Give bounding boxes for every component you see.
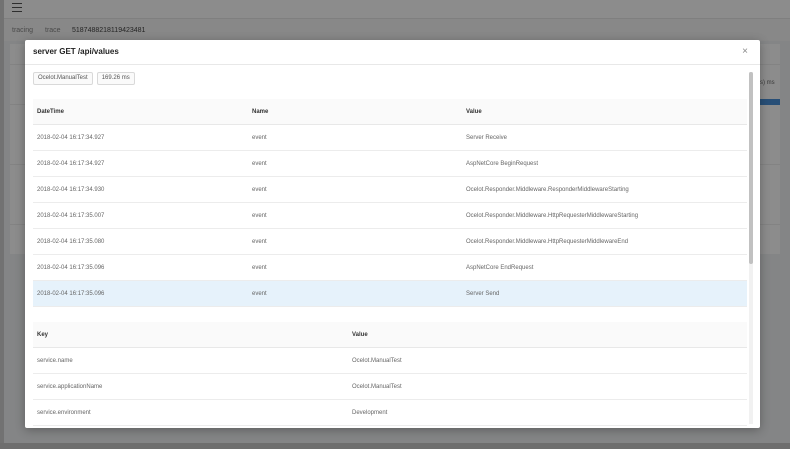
table-row[interactable]: 2018-02-04 16:17:34.927 event AspNetCore… (33, 151, 747, 177)
table-header: Key Value (33, 322, 747, 348)
cell-value: Ocelot.ManualTest (352, 358, 402, 364)
cell-datetime: 2018-02-04 16:17:34.927 (37, 135, 105, 141)
table-row[interactable]: service.environment Development (33, 400, 747, 426)
cell-key: service.name (37, 358, 73, 364)
service-tag: Ocelot.ManualTest (33, 72, 93, 85)
column-header-name: Name (252, 109, 269, 115)
cell-datetime: 2018-02-04 16:17:34.930 (37, 187, 105, 193)
table-row[interactable]: 2018-02-04 16:17:35.080 event Ocelot.Res… (33, 229, 747, 255)
cell-name: event (252, 187, 267, 193)
column-header-key: Key (37, 332, 49, 338)
cell-value: Ocelot.Responder.Middleware.ResponderMid… (466, 187, 629, 193)
cell-value: Development (352, 410, 388, 416)
duration-tag: 169.26 ms (96, 72, 135, 85)
table-row[interactable]: 2018-02-04 16:17:34.930 event Ocelot.Res… (33, 177, 747, 203)
cell-name: event (252, 291, 267, 297)
cell-value: Ocelot.Responder.Middleware.HttpRequeste… (466, 213, 639, 219)
cell-name: event (252, 213, 267, 219)
cell-value: AspNetCore EndRequest (466, 265, 534, 271)
close-button[interactable]: × (738, 45, 752, 59)
cell-key: service.environment (37, 410, 91, 416)
modal-title: server GET /api/values (33, 47, 119, 56)
span-tags: Ocelot.ManualTest 169.26 ms (33, 72, 139, 85)
cell-value: Server Send (466, 291, 500, 297)
column-header-datetime: DateTime (37, 109, 64, 115)
cell-value: Ocelot.ManualTest (352, 384, 402, 390)
table-row[interactable]: 2018-02-04 16:17:35.096 event AspNetCore… (33, 255, 747, 281)
logs-table: DateTime Name Value 2018-02-04 16:17:34.… (33, 99, 747, 307)
cell-datetime: 2018-02-04 16:17:34.927 (37, 161, 105, 167)
column-header-value: Value (466, 109, 482, 115)
span-tags-table: Key Value service.name Ocelot.ManualTest… (33, 322, 747, 426)
cell-name: event (252, 161, 267, 167)
table-row[interactable]: 2018-02-04 16:17:34.927 event Server Rec… (33, 125, 747, 151)
column-header-value: Value (352, 332, 368, 338)
cell-datetime: 2018-02-04 16:17:35.080 (37, 239, 105, 245)
cell-datetime: 2018-02-04 16:17:35.007 (37, 213, 105, 219)
scrollbar-thumb[interactable] (749, 72, 753, 264)
cell-datetime: 2018-02-04 16:17:35.096 (37, 265, 105, 271)
modal-header: server GET /api/values × (25, 40, 760, 65)
cell-name: event (252, 135, 267, 141)
table-row-selected[interactable]: 2018-02-04 16:17:35.096 event Server Sen… (33, 281, 747, 307)
cell-name: event (252, 239, 267, 245)
table-header: DateTime Name Value (33, 99, 747, 125)
table-row[interactable]: service.name Ocelot.ManualTest (33, 348, 747, 374)
cell-datetime: 2018-02-04 16:17:35.096 (37, 291, 105, 297)
cell-value: Server Receive (466, 135, 508, 141)
table-row[interactable]: service.applicationName Ocelot.ManualTes… (33, 374, 747, 400)
span-detail-modal: server GET /api/values × Ocelot.ManualTe… (25, 40, 760, 428)
modal-body: Ocelot.ManualTest 169.26 ms DateTime Name… (25, 66, 760, 428)
cell-key: service.applicationName (37, 384, 103, 390)
cell-value: AspNetCore BeginRequest (466, 161, 539, 167)
cell-value: Ocelot.Responder.Middleware.HttpRequeste… (466, 239, 629, 245)
table-row[interactable]: 2018-02-04 16:17:35.007 event Ocelot.Res… (33, 203, 747, 229)
cell-name: event (252, 265, 267, 271)
